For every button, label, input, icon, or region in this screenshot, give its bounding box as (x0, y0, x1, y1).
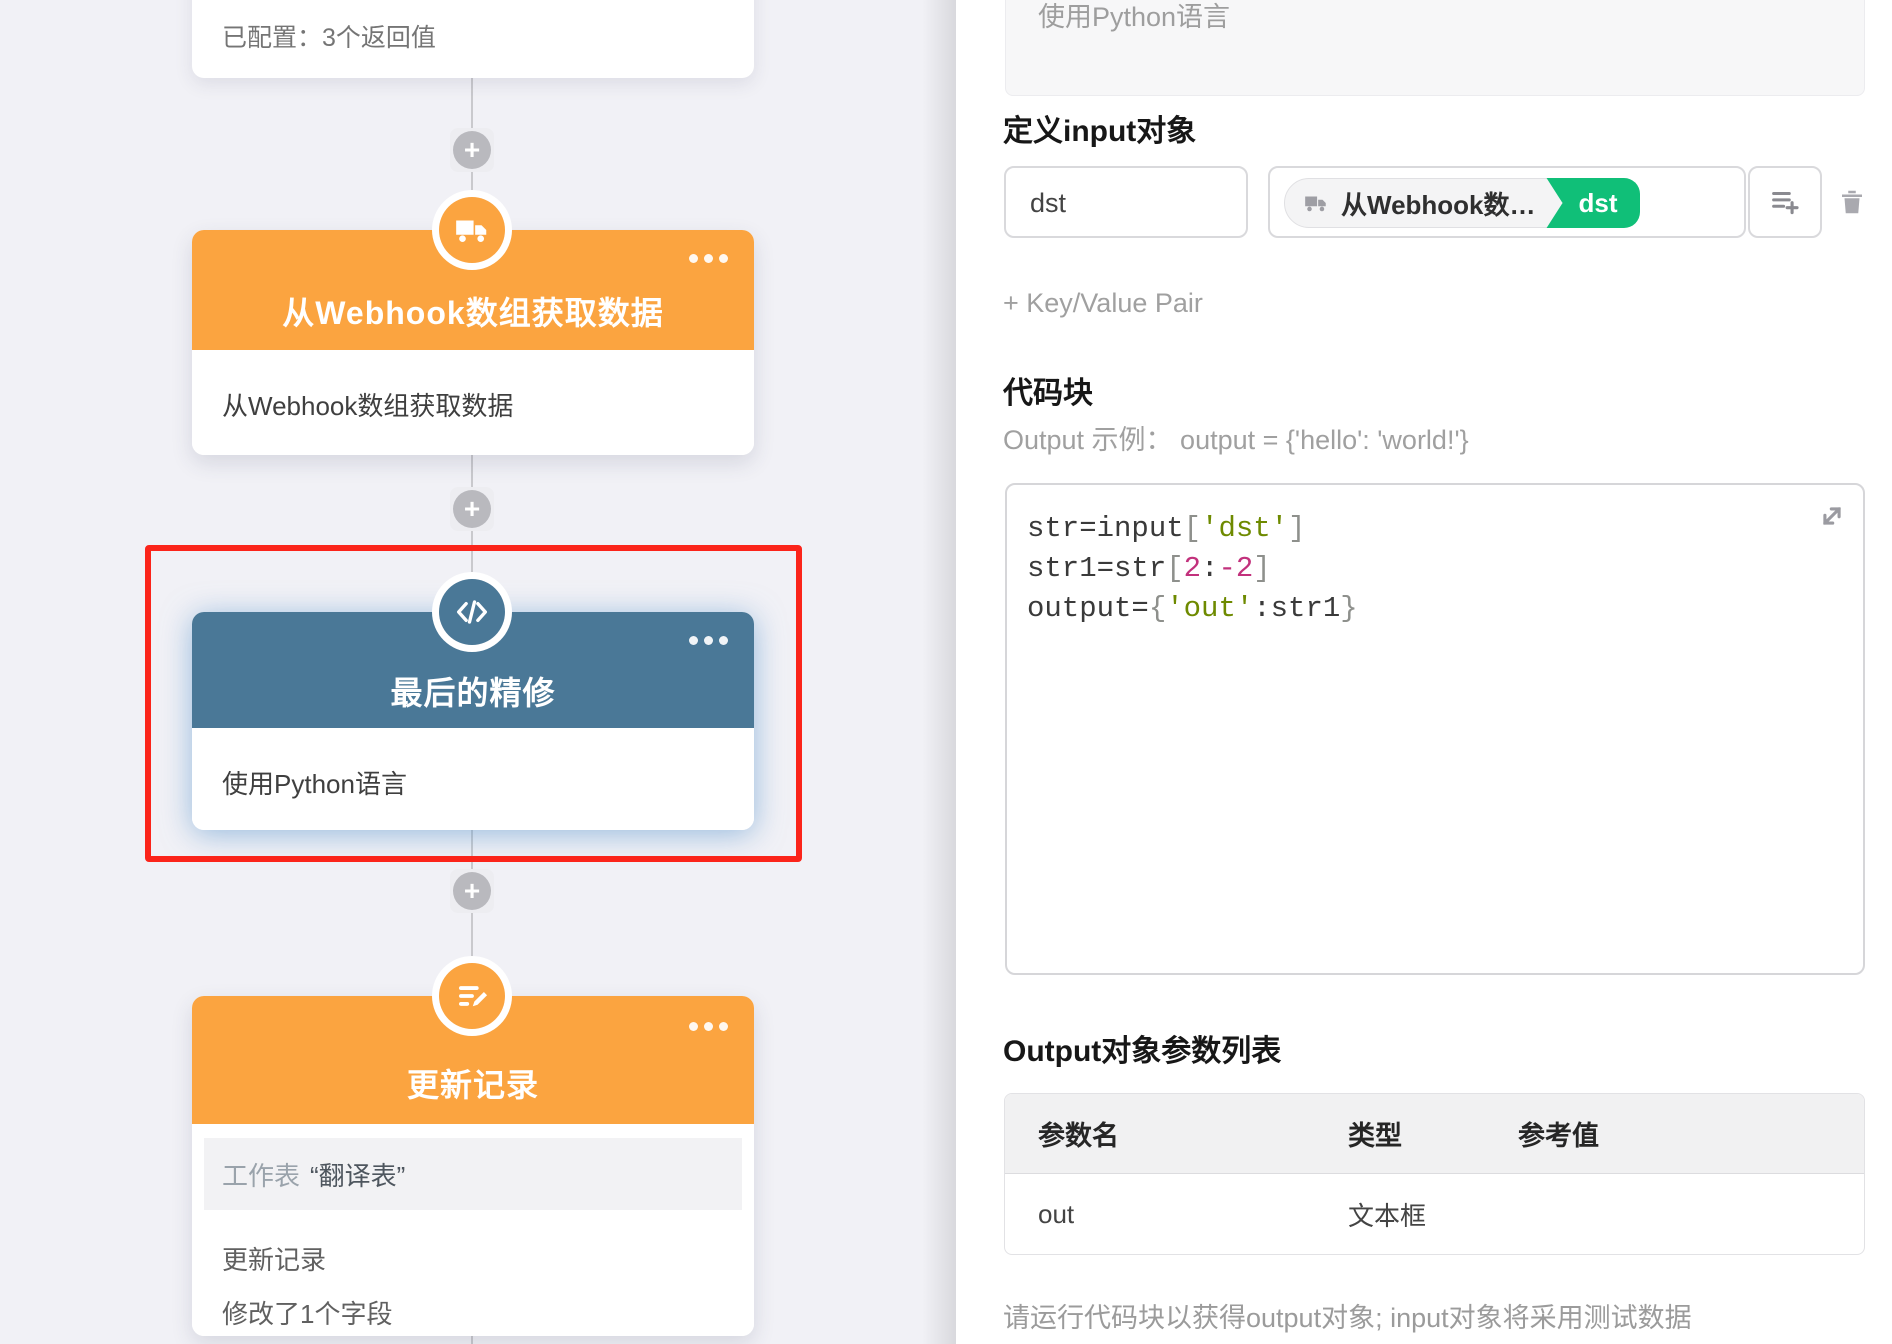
output-params-heading: Output对象参数列表 (1003, 1035, 1282, 1068)
add-step-button-1[interactable]: + (450, 128, 494, 172)
variable-chip[interactable]: 从Webhook数… dst (1284, 178, 1640, 228)
input-value-field[interactable]: 从Webhook数… dst (1268, 166, 1746, 238)
plus-icon[interactable]: + (453, 131, 491, 169)
automation-workflow-screen: 已配置：3个返回值 + 从Webhook数组获取数据 从Webhook数组获取数… (0, 0, 1892, 1344)
table-header-cell: 类型 (1348, 1121, 1402, 1151)
worksheet-name: “翻译表” (310, 1160, 406, 1191)
node-code-body[interactable]: 使用Python语言 (192, 728, 754, 830)
prompt-textarea[interactable]: 使用Python语言 (1005, 0, 1865, 96)
variable-chip-source-label: 从Webhook数… (1341, 189, 1536, 220)
input-key-value: dst (1030, 188, 1067, 218)
trash-icon (1842, 190, 1862, 214)
node-webhook-menu-button[interactable] (689, 254, 728, 263)
table-row[interactable]: out 文本框 (1005, 1174, 1864, 1254)
plus-icon[interactable]: + (453, 490, 491, 528)
node-code-description: 使用Python语言 (222, 769, 407, 799)
edit-icon (459, 986, 488, 1007)
expand-editor-button[interactable] (1815, 499, 1849, 533)
config-panel: 使用Python语言 定义input对象 dst 从Webhook数… dst (956, 0, 1892, 1344)
code-line: str=input['dst'] (1027, 512, 1306, 545)
expand-icon (1823, 507, 1841, 525)
panel-edge-shadow (922, 0, 956, 1344)
node-update-title: 更新记录 (406, 1067, 539, 1103)
node-webhook-title: 从Webhook数组获取数据 (282, 295, 664, 331)
code-node-icon-badge (432, 572, 512, 652)
table-header-row: 参数名 类型 参考值 (1005, 1094, 1864, 1174)
table-body: out 文本框 (1005, 1174, 1864, 1254)
prompt-text: 使用Python语言 (1038, 2, 1231, 32)
table-cell: 文本框 (1348, 1200, 1427, 1231)
run-code-note: 请运行代码块以获得output对象; input对象将采用测试数据 (1003, 1303, 1692, 1333)
trigger-card[interactable]: 已配置：3个返回值 (192, 0, 754, 78)
playlist-add-icon (1772, 191, 1799, 215)
variable-chip-tag-label: dst (1578, 187, 1618, 218)
node-webhook-description: 从Webhook数组获取数据 (222, 391, 514, 421)
webhook-node-icon-badge (432, 190, 512, 270)
variable-chip-source[interactable]: 从Webhook数… (1284, 178, 1563, 228)
output-example-hint: Output 示例： output = {'hello': 'world!'} (1003, 425, 1469, 455)
code-icon (457, 600, 487, 624)
worksheet-label: 工作表 (222, 1160, 301, 1191)
input-key-field[interactable]: dst (1004, 166, 1248, 238)
table-header-cell: 参考值 (1518, 1121, 1599, 1151)
workflow-canvas[interactable]: 已配置：3个返回值 + 从Webhook数组获取数据 从Webhook数组获取数… (0, 0, 956, 1344)
node-code-menu-button[interactable] (689, 636, 728, 645)
input-object-heading: 定义input对象 (1003, 115, 1197, 148)
worksheet-reference: 工作表 “翻译表” (204, 1138, 742, 1210)
node-update-body[interactable]: 工作表 “翻译表” 更新记录 修改了1个字段 (192, 1124, 754, 1336)
code-line: output={'out':str1} (1027, 592, 1358, 625)
add-key-value-pair-link[interactable]: + Key/Value Pair (1003, 288, 1203, 319)
node-code-title: 最后的精修 (390, 675, 556, 711)
code-line: str1=str[2:-2] (1027, 552, 1271, 585)
table-cell: out (1038, 1198, 1075, 1229)
node-webhook-body[interactable]: 从Webhook数组获取数据 (192, 350, 754, 455)
output-params-table: 参数名 类型 参考值 out 文本框 (1004, 1093, 1865, 1255)
node-update-record[interactable]: 更新记录 工作表 “翻译表” 更新记录 修改了1个字段 (192, 996, 754, 1336)
code-editor-content[interactable]: str=input['dst'] str1=str[2:-2] output={'o… (1027, 509, 1358, 629)
add-step-button-2[interactable]: + (450, 487, 494, 531)
truck-icon (456, 220, 487, 243)
delete-row-button[interactable] (1834, 184, 1870, 220)
code-block-heading: 代码块 (1003, 377, 1093, 410)
trigger-config-status: 已配置：3个返回值 (222, 24, 436, 52)
update-node-icon-badge (432, 956, 512, 1036)
truck-icon (1303, 190, 1329, 216)
node-update-line1: 更新记录 (222, 1245, 327, 1275)
add-step-button-3[interactable]: + (450, 869, 494, 913)
node-update-menu-button[interactable] (689, 1022, 728, 1031)
node-update-line2: 修改了1个字段 (222, 1299, 393, 1329)
insert-row-button[interactable] (1748, 166, 1822, 238)
code-editor[interactable]: str=input['dst'] str1=str[2:-2] output={'o… (1005, 483, 1865, 975)
plus-icon[interactable]: + (453, 872, 491, 910)
table-header-cell: 参数名 (1038, 1121, 1119, 1151)
